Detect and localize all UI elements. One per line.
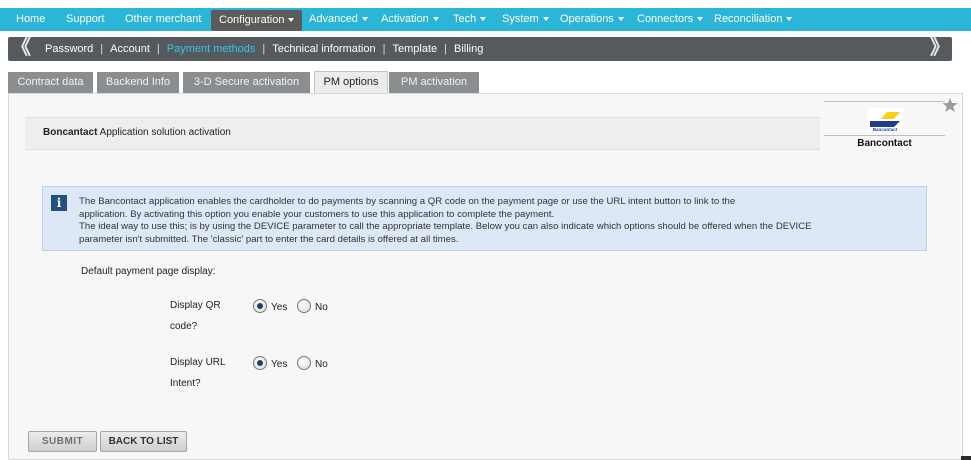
separator: | <box>156 43 160 55</box>
subnav-account[interactable]: Account <box>110 43 150 55</box>
chevron-down-icon <box>617 17 624 22</box>
nav-tech[interactable]: Tech <box>453 8 487 31</box>
sub-nav-links: Password | Account | Payment methods | Technic… <box>45 37 483 61</box>
tab-contract-data[interactable]: Contract data <box>8 72 93 93</box>
subnav-password[interactable]: Password <box>45 43 93 55</box>
resize-corner-icon <box>961 456 971 460</box>
chevron-down-icon <box>480 17 487 22</box>
info-text: The Bancontact application enables the c… <box>79 196 919 246</box>
qr-code-yes-radio[interactable] <box>253 299 267 313</box>
url-intent-no-label: No <box>315 359 328 370</box>
top-nav: Home Support Other merchant Configuratio… <box>0 8 971 31</box>
nav-reconciliation[interactable]: Reconciliation <box>714 8 793 31</box>
chevron-down-icon <box>288 18 295 23</box>
nav-operations-label: Operations <box>560 13 614 25</box>
nav-connectors-label: Connectors <box>637 13 694 25</box>
info-icon: i <box>51 195 67 211</box>
bancontact-logo: Bancontact <box>867 108 903 132</box>
section-title-brand: Boncantact <box>43 127 98 138</box>
subnav-technical-information[interactable]: Technical information <box>272 43 375 55</box>
nav-advanced-label: Advanced <box>309 13 358 25</box>
url-intent-yes-radio[interactable] <box>253 356 267 370</box>
separator: | <box>262 43 266 55</box>
chevron-down-icon <box>361 17 368 22</box>
info-line: The ideal way to use this; is by using t… <box>79 221 812 232</box>
separator: | <box>100 43 104 55</box>
section-header: Boncantact Application solution activati… <box>25 117 820 150</box>
chevron-left-icon[interactable]: 《 <box>11 37 31 61</box>
divider <box>824 135 945 136</box>
chevron-right-icon[interactable]: 》 <box>930 37 950 61</box>
subnav-billing[interactable]: Billing <box>454 43 483 55</box>
url-intent-no-radio[interactable] <box>297 356 311 370</box>
nav-tech-label: Tech <box>453 13 477 25</box>
qr-code-label-line1: Display QR <box>170 300 221 311</box>
chevron-down-icon <box>786 17 793 22</box>
brand-name: Bancontact <box>857 138 912 149</box>
subnav-template[interactable]: Template <box>392 43 437 55</box>
info-line: parameter isn't submitted. The 'classic'… <box>79 233 459 245</box>
nav-advanced[interactable]: Advanced <box>309 8 368 31</box>
qr-code-yes-label: Yes <box>271 302 288 313</box>
info-line: The Bancontact application enables the c… <box>79 196 736 207</box>
divider <box>824 101 945 102</box>
nav-operations[interactable]: Operations <box>560 8 624 31</box>
nav-system-label: System <box>502 13 539 25</box>
qr-code-no-radio[interactable] <box>297 299 311 313</box>
section-title-rest: Application solution activation <box>97 127 231 138</box>
nav-system[interactable]: System <box>502 8 549 31</box>
default-display-label: Default payment page display: <box>81 266 216 277</box>
qr-code-label-line2: code? <box>170 321 198 332</box>
qr-code-no-label: No <box>315 302 328 313</box>
tab-backend-info[interactable]: Backend Info <box>97 72 179 93</box>
back-to-list-button[interactable]: BACK TO LIST <box>100 431 187 452</box>
nav-home[interactable]: Home <box>16 8 45 31</box>
payment-method-brand: Bancontact Bancontact <box>824 101 945 153</box>
url-intent-label-line1: Display URL <box>170 357 226 368</box>
tab-pm-options[interactable]: PM options <box>314 71 388 93</box>
nav-configuration[interactable]: Configuration <box>211 10 303 31</box>
nav-activation-label: Activation <box>381 13 429 25</box>
bancontact-logo-text: Bancontact <box>873 127 898 132</box>
tab-pm-activation[interactable]: PM activation <box>389 72 479 93</box>
url-intent-label-line2: Intent? <box>170 378 201 389</box>
sub-nav: 《 Password | Account | Payment methods | Techn… <box>8 37 952 61</box>
section-title: Boncantact Application solution activati… <box>43 127 231 138</box>
info-line: application. By activating this option y… <box>79 208 555 220</box>
tab-3d-secure-activation[interactable]: 3-D Secure activation <box>183 72 310 93</box>
nav-other-merchant[interactable]: Other merchant <box>125 8 201 31</box>
chevron-down-icon <box>542 17 549 22</box>
chevron-down-icon <box>697 17 704 22</box>
separator: | <box>382 43 386 55</box>
nav-connectors[interactable]: Connectors <box>637 8 704 31</box>
info-box: i The Bancontact application enables the… <box>42 186 927 251</box>
nav-reconciliation-label: Reconciliation <box>714 13 783 25</box>
url-intent-yes-label: Yes <box>271 359 288 370</box>
nav-support[interactable]: Support <box>66 8 105 31</box>
chevron-down-icon <box>432 17 439 22</box>
nav-activation[interactable]: Activation <box>381 8 439 31</box>
separator: | <box>444 43 447 55</box>
nav-configuration-label: Configuration <box>219 14 285 26</box>
submit-button[interactable]: SUBMIT <box>28 431 97 452</box>
subnav-payment-methods[interactable]: Payment methods <box>167 43 256 55</box>
